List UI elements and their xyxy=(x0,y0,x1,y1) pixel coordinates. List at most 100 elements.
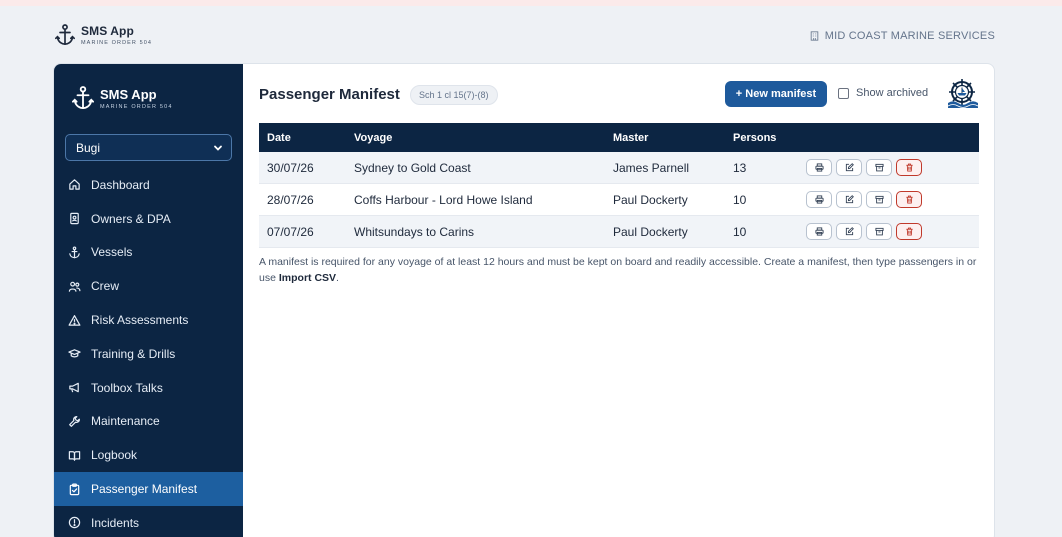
sidebar-item-passenger-manifest[interactable]: Passenger Manifest xyxy=(54,472,243,506)
graduation-cap-icon xyxy=(68,349,81,358)
column-header-voyage[interactable]: Voyage xyxy=(354,132,613,144)
new-manifest-button[interactable]: + New manifest xyxy=(725,81,827,107)
column-header-persons[interactable]: Persons xyxy=(733,132,806,144)
sidebar-item-toolbox-talks[interactable]: Toolbox Talks xyxy=(54,371,243,405)
sidebar-item-label: Risk Assessments xyxy=(91,313,189,328)
delete-button[interactable] xyxy=(896,223,922,240)
row-actions xyxy=(806,223,979,240)
sidebar-item-vessels[interactable]: Vessels xyxy=(54,236,243,270)
sidebar-item-dashboard[interactable]: Dashboard xyxy=(54,168,243,202)
manifest-table: Date Voyage Master Persons 30/07/26 Sydn… xyxy=(259,123,979,248)
organization-label: MID COAST MARINE SERVICES xyxy=(810,30,995,42)
cell-master: James Parnell xyxy=(613,160,690,175)
warning-icon xyxy=(68,314,81,326)
sidebar-item-label: Incidents xyxy=(91,515,140,530)
archive-button[interactable] xyxy=(866,223,892,240)
sidebar-item-owners-dpa[interactable]: Owners & DPA xyxy=(54,202,243,236)
archive-button[interactable] xyxy=(866,159,892,176)
vessel-select[interactable]: Bugi xyxy=(65,134,232,161)
print-icon xyxy=(814,195,824,204)
cell-persons: 10 xyxy=(733,224,747,239)
print-icon xyxy=(814,227,824,236)
cell-persons: 13 xyxy=(733,160,747,175)
cell-voyage: Coffs Harbour - Lord Howe Island xyxy=(354,192,533,207)
top-brand[interactable]: SMS App MARINE ORDER 504 xyxy=(55,22,152,48)
cell-master: Paul Dockerty xyxy=(613,192,688,207)
top-bar: SMS App MARINE ORDER 504 MID COAST MARIN… xyxy=(53,22,995,54)
trash-icon xyxy=(905,227,913,236)
help-text-body: A manifest is required for any voyage of… xyxy=(259,256,977,284)
archive-icon xyxy=(874,227,884,236)
show-archived-checkbox[interactable] xyxy=(838,87,849,99)
import-csv-link[interactable]: Import CSV xyxy=(279,272,336,284)
edit-button[interactable] xyxy=(836,191,862,208)
sidebar-item-label: Maintenance xyxy=(91,414,160,429)
sidebar-item-risk-assessments[interactable]: Risk Assessments xyxy=(54,303,243,337)
main-content: Passenger Manifest Sch 1 cl 15(7)-(8) + … xyxy=(259,64,979,537)
archive-icon xyxy=(874,163,884,172)
table-row[interactable]: 07/07/26 Whitsundays to Carins Paul Dock… xyxy=(259,216,979,248)
archive-button[interactable] xyxy=(866,191,892,208)
row-actions xyxy=(806,191,979,208)
sidebar-item-label: Logbook xyxy=(91,448,138,463)
book-icon xyxy=(68,450,81,461)
chevron-down-icon xyxy=(214,145,222,151)
users-icon xyxy=(68,281,81,292)
row-actions xyxy=(806,159,979,176)
sidebar-item-training-drills[interactable]: Training & Drills xyxy=(54,337,243,371)
table-header: Date Voyage Master Persons xyxy=(259,123,979,152)
regulation-reference-badge: Sch 1 cl 15(7)-(8) xyxy=(410,85,498,105)
top-accent-line xyxy=(0,0,1062,6)
cell-voyage: Sydney to Gold Coast xyxy=(354,160,471,175)
anchor-icon xyxy=(55,24,75,46)
edit-icon xyxy=(845,195,854,204)
sidebar-item-incidents[interactable]: Incidents xyxy=(54,506,243,537)
sidebar-brand[interactable]: SMS App MARINE ORDER 504 xyxy=(72,84,173,112)
sidebar-item-label: Vessels xyxy=(91,245,133,260)
cell-date: 30/07/26 xyxy=(267,160,314,175)
table-row[interactable]: 28/07/26 Coffs Harbour - Lord Howe Islan… xyxy=(259,184,979,216)
cell-master: Paul Dockerty xyxy=(613,224,688,239)
sidebar: SMS App MARINE ORDER 504 Bugi Dashboard … xyxy=(54,64,243,537)
top-brand-subtitle: MARINE ORDER 504 xyxy=(81,40,153,46)
page-title: Passenger Manifest xyxy=(259,86,400,103)
column-header-master[interactable]: Master xyxy=(613,132,733,144)
show-archived-toggle[interactable]: Show archived xyxy=(838,87,928,99)
cell-persons: 10 xyxy=(733,192,747,207)
print-button[interactable] xyxy=(806,223,832,240)
id-badge-icon xyxy=(70,212,79,225)
sidebar-item-label: Crew xyxy=(91,279,120,294)
sidebar-item-crew[interactable]: Crew xyxy=(54,269,243,303)
sidebar-brand-subtitle: MARINE ORDER 504 xyxy=(100,103,173,110)
ship-wheel-logo xyxy=(947,79,979,108)
top-brand-title: SMS App xyxy=(81,24,134,38)
cell-date: 28/07/26 xyxy=(267,192,314,207)
cell-date: 07/07/26 xyxy=(267,224,314,239)
column-header-date[interactable]: Date xyxy=(259,132,354,144)
trash-icon xyxy=(905,163,913,172)
show-archived-label: Show archived xyxy=(856,87,929,99)
anchor-icon xyxy=(69,246,80,259)
alert-circle-icon xyxy=(68,517,81,529)
anchor-icon xyxy=(72,86,94,110)
edit-button[interactable] xyxy=(836,159,862,176)
help-text-end: . xyxy=(336,272,339,284)
table-row[interactable]: 30/07/26 Sydney to Gold Coast James Parn… xyxy=(259,152,979,184)
sidebar-item-label: Toolbox Talks xyxy=(91,380,163,395)
sidebar-item-label: Dashboard xyxy=(91,177,150,192)
wrench-icon xyxy=(69,416,80,427)
print-button[interactable] xyxy=(806,159,832,176)
cell-voyage: Whitsundays to Carins xyxy=(354,224,475,239)
sidebar-item-maintenance[interactable]: Maintenance xyxy=(54,405,243,439)
sidebar-item-label: Passenger Manifest xyxy=(91,482,198,497)
edit-icon xyxy=(845,227,854,236)
edit-button[interactable] xyxy=(836,223,862,240)
delete-button[interactable] xyxy=(896,191,922,208)
edit-icon xyxy=(845,163,854,172)
delete-button[interactable] xyxy=(896,159,922,176)
print-button[interactable] xyxy=(806,191,832,208)
organization-name: MID COAST MARINE SERVICES xyxy=(824,30,995,42)
clipboard-check-icon xyxy=(69,483,80,495)
sidebar-item-logbook[interactable]: Logbook xyxy=(54,438,243,472)
print-icon xyxy=(814,163,824,172)
